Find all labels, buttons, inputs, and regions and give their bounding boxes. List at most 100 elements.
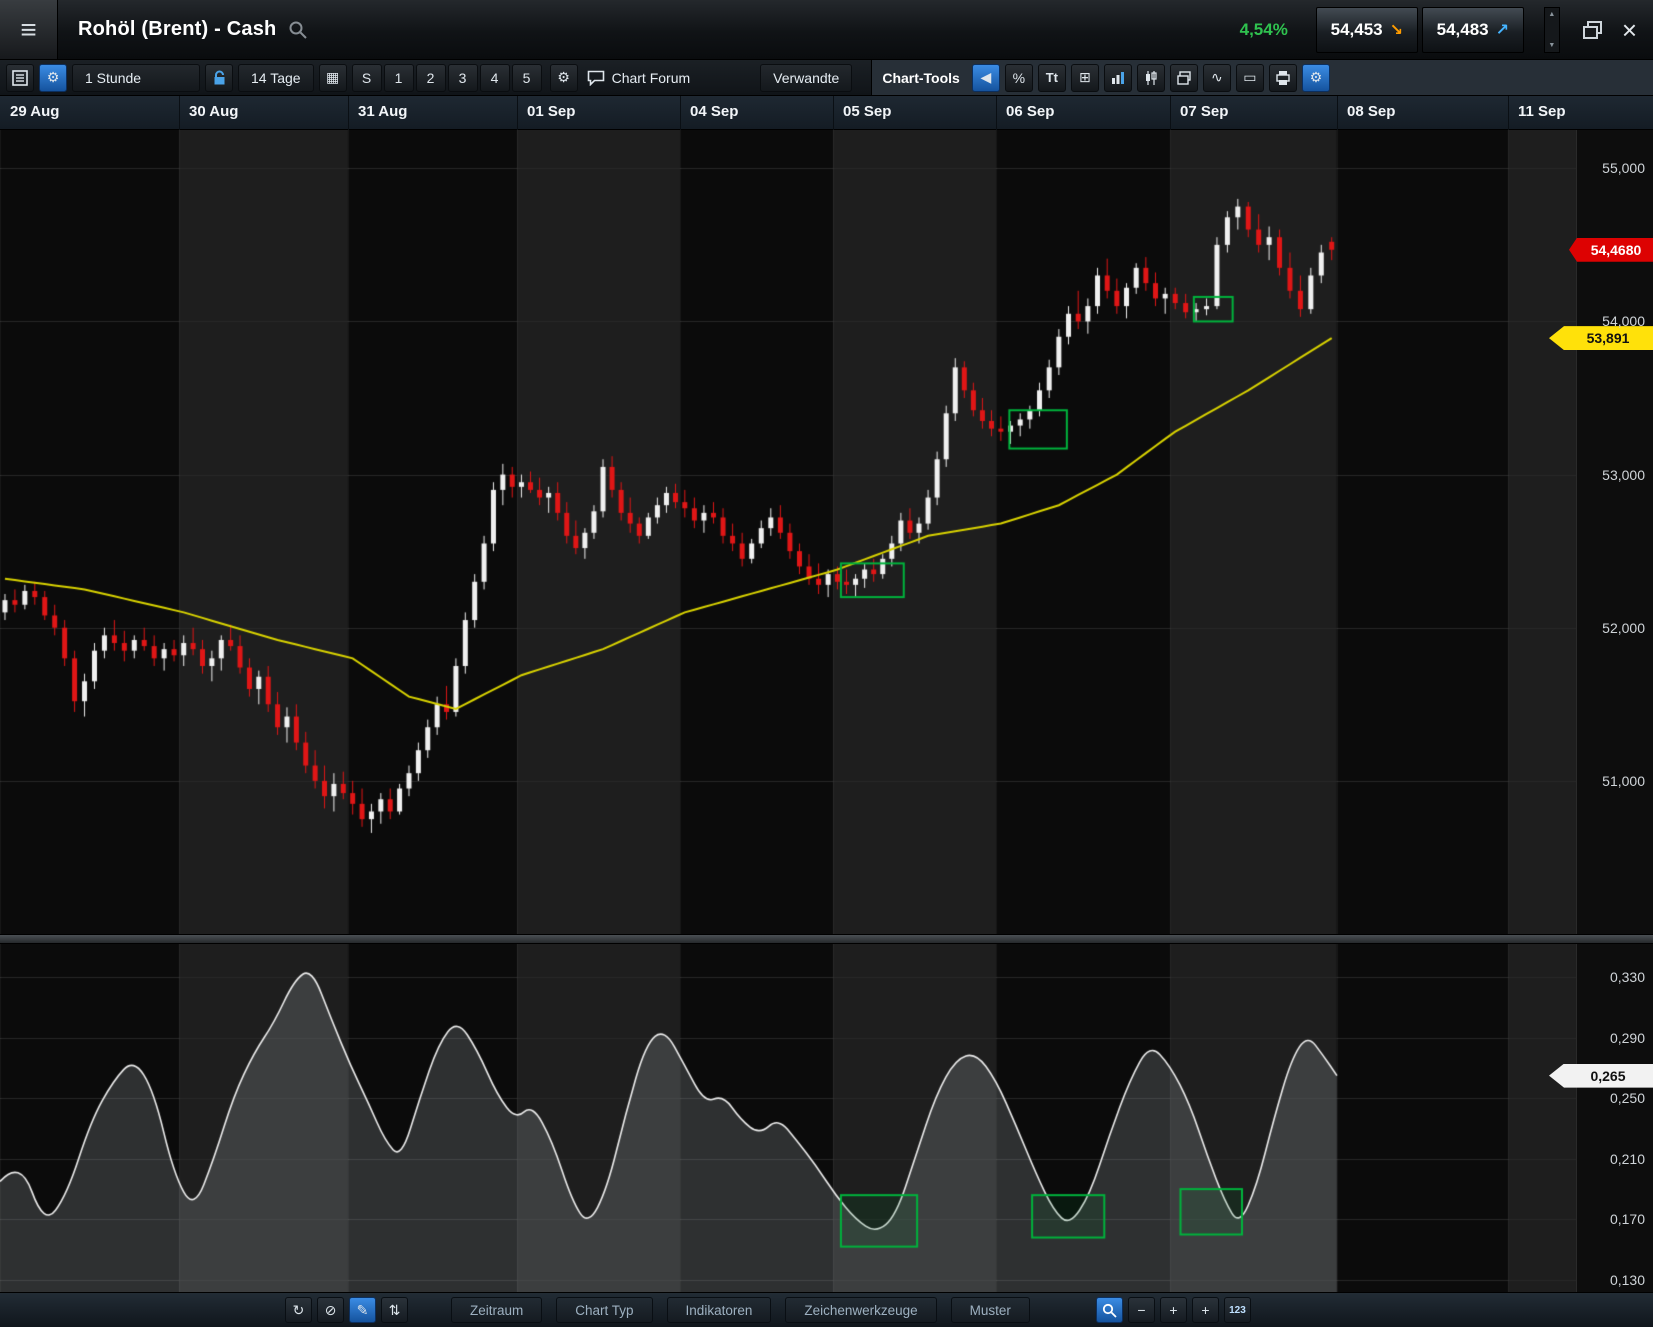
date-label: 11 Sep: [1518, 103, 1566, 120]
indicator-value-tag: 0,265: [1549, 1064, 1653, 1088]
date-label: 06 Sep: [1006, 103, 1054, 120]
buy-price-button[interactable]: 54,483 ↗: [1422, 7, 1524, 53]
zeitraum-button[interactable]: Zeitraum: [451, 1297, 542, 1323]
panel-splitter[interactable]: [0, 934, 1653, 944]
price-axis-label: 55,000: [1602, 160, 1645, 176]
bottom-button-group: Zeitraum Chart Typ Indikatoren Zeichenwerkz…: [451, 1297, 1044, 1323]
zoom-in-button[interactable]: +: [1160, 1297, 1187, 1323]
date-label: 01 Sep: [527, 103, 575, 120]
speech-bubble-icon: [587, 70, 605, 86]
spinner-up-icon: ▲: [1548, 11, 1555, 18]
zeichenwerkzeuge-button[interactable]: Zeichenwerkzeuge: [785, 1297, 936, 1323]
collapse-panels-icon[interactable]: ⇅: [381, 1297, 408, 1323]
zoom-preset-button[interactable]: 4: [480, 64, 510, 92]
ma-price-tag: 53,891: [1549, 326, 1653, 350]
search-icon[interactable]: [288, 20, 308, 40]
title-bar: ≡ Rohöl (Brent) - Cash 4,54% 54,453 ↘ 54…: [0, 0, 1653, 60]
lock-icon[interactable]: [205, 64, 233, 92]
zoom-preset-button[interactable]: 3: [448, 64, 478, 92]
date-label: 07 Sep: [1180, 103, 1228, 120]
trading-chart-window: ≡ Rohöl (Brent) - Cash 4,54% 54,453 ↘ 54…: [0, 0, 1653, 1327]
last-price-tag: 54,4680: [1569, 238, 1653, 262]
date-label: 04 Sep: [690, 103, 738, 120]
close-icon[interactable]: ×: [1622, 17, 1637, 43]
change-percent: 4,54%: [1240, 20, 1288, 40]
compare-windows-icon[interactable]: [1170, 64, 1198, 92]
zoom-preset-button[interactable]: 5: [512, 64, 542, 92]
date-separator: [1508, 96, 1509, 130]
date-label: 31 Aug: [358, 103, 407, 120]
indicator-axis-label: 0,130: [1610, 1272, 1645, 1288]
indicator-axis-label: 0,330: [1610, 969, 1645, 985]
zoom-controls: − + + 123: [1096, 1297, 1256, 1323]
values-readout-icon[interactable]: 123: [1224, 1297, 1251, 1323]
draw-pencil-icon[interactable]: ✎: [349, 1297, 376, 1323]
candlestick-type-icon[interactable]: [1137, 64, 1165, 92]
date-separator: [1170, 96, 1171, 130]
popout-window-icon[interactable]: [1582, 20, 1604, 40]
price-up-arrow-icon: ↗: [1496, 20, 1509, 40]
zoom-out-button[interactable]: −: [1128, 1297, 1155, 1323]
verwandte-button[interactable]: Verwandte: [760, 64, 852, 92]
zoom-preset-button[interactable]: S: [352, 64, 382, 92]
autoscale-icon[interactable]: [1104, 64, 1132, 92]
indicator-canvas[interactable]: [0, 944, 1576, 1292]
back-arrow-icon[interactable]: ◀: [972, 64, 1000, 92]
watchlist-icon[interactable]: [6, 64, 34, 92]
date-label: 08 Sep: [1347, 103, 1395, 120]
gridlines-icon[interactable]: ⊞: [1071, 64, 1099, 92]
main-chart-canvas[interactable]: [0, 130, 1576, 934]
indikatoren-button[interactable]: Indikatoren: [667, 1297, 772, 1323]
muster-button[interactable]: Muster: [951, 1297, 1030, 1323]
chart-options-gear-icon[interactable]: ⚙: [1302, 64, 1330, 92]
indicator-axis-label: 0,210: [1610, 1151, 1645, 1167]
chart-tools-label: Chart-Tools: [882, 70, 960, 86]
date-separator: [1337, 96, 1338, 130]
print-icon[interactable]: [1269, 64, 1297, 92]
date-axis[interactable]: 29 Aug 30 Aug 31 Aug 01 Sep 04 Sep 05 Sep 06 S…: [0, 96, 1653, 130]
price-axis-label: 53,000: [1602, 467, 1645, 483]
price-axis-label: 51,000: [1602, 773, 1645, 789]
indicator-axis-label: 0,290: [1610, 1030, 1645, 1046]
zoom-tool-icon[interactable]: [1096, 1297, 1123, 1323]
price-axis[interactable]: 54,4680 53,891 55,00054,00053,00052,0005…: [1576, 130, 1653, 934]
date-label: 29 Aug: [10, 103, 59, 120]
range-button[interactable]: 14 Tage: [238, 64, 314, 92]
chart-forum-button[interactable]: Chart Forum: [587, 70, 691, 86]
date-separator: [179, 96, 180, 130]
spinner-down-icon: ▼: [1548, 42, 1555, 49]
text-tool-icon[interactable]: Tt: [1038, 64, 1066, 92]
zoom-preset-group: S12345: [352, 64, 544, 92]
indicator-axis-label: 0,170: [1610, 1211, 1645, 1227]
date-separator: [348, 96, 349, 130]
sell-price-button[interactable]: 54,453 ↘: [1316, 7, 1418, 53]
indicator-axis[interactable]: 0,265 0,3300,2900,2500,2100,1700,130: [1576, 944, 1653, 1292]
buy-price: 54,483: [1437, 20, 1489, 40]
gear-icon[interactable]: ⚙: [550, 64, 578, 92]
hide-drawings-icon[interactable]: ⊘: [317, 1297, 344, 1323]
percent-scale-icon[interactable]: %: [1005, 64, 1033, 92]
zoom-preset-button[interactable]: 2: [416, 64, 446, 92]
chart-typ-button[interactable]: Chart Typ: [556, 1297, 652, 1323]
price-axis-label: 54,000: [1602, 313, 1645, 329]
date-label: 05 Sep: [843, 103, 891, 120]
calendar-icon[interactable]: ▦: [319, 64, 347, 92]
date-label: 30 Aug: [189, 103, 238, 120]
date-separator: [996, 96, 997, 130]
interval-dropdown[interactable]: 1 Stunde: [72, 64, 200, 92]
crosshair-icon[interactable]: +: [1192, 1297, 1219, 1323]
zoom-preset-button[interactable]: 1: [384, 64, 414, 92]
date-separator: [833, 96, 834, 130]
chart-settings-gear-icon[interactable]: ⚙: [39, 64, 67, 92]
price-ladder-spinner[interactable]: ▲ ▼: [1544, 7, 1560, 53]
chart-toolbar: ⚙ 1 Stunde 14 Tage ▦ S12345 ⚙ Chart Foru…: [0, 60, 1653, 96]
chart-forum-label: Chart Forum: [612, 70, 691, 86]
shapes-icon[interactable]: ▭: [1236, 64, 1264, 92]
chart-tools-section: Chart-Tools ◀ % Tt ⊞ ∿ ▭ ⚙: [871, 60, 1653, 95]
menu-button[interactable]: ≡: [0, 0, 58, 59]
price-axis-label: 52,000: [1602, 620, 1645, 636]
indicator-wave-icon[interactable]: ∿: [1203, 64, 1231, 92]
date-separator: [680, 96, 681, 130]
date-separator: [517, 96, 518, 130]
refresh-icon[interactable]: ↻: [285, 1297, 312, 1323]
